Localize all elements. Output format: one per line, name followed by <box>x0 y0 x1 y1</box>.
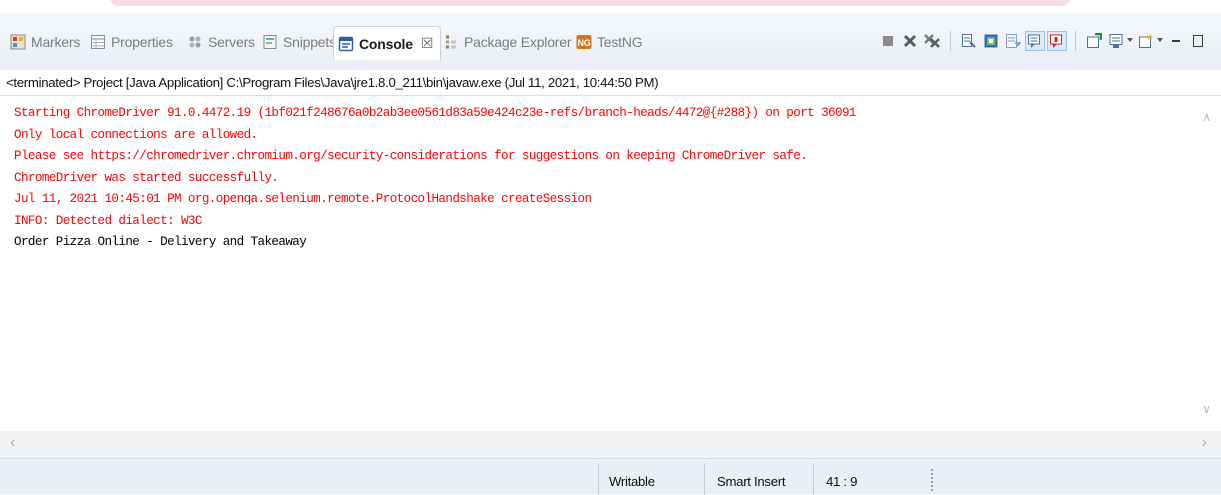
status-writable: Writable <box>609 474 655 489</box>
status-cursor-position[interactable]: 41 : 9 <box>826 474 858 489</box>
tab-markers[interactable]: Markers <box>10 29 80 55</box>
tab-snippets[interactable]: Snippets <box>262 29 336 55</box>
tab-label: Console <box>359 35 413 52</box>
package-explorer-icon <box>446 35 456 49</box>
chevron-down-icon[interactable] <box>1157 38 1163 42</box>
console-line: Starting ChromeDriver 91.0.4472.19 (1bf0… <box>14 106 856 120</box>
console-line: Please see https://chromedriver.chromium… <box>14 149 808 163</box>
clear-console-icon[interactable] <box>960 32 978 50</box>
tab-console[interactable]: Console ☒ <box>333 26 442 60</box>
display-selected-console-icon[interactable] <box>1107 32 1133 50</box>
status-drag-handle[interactable] <box>931 469 933 491</box>
status-bar: Writable Smart Insert 41 : 9 <box>0 458 1221 495</box>
status-separator <box>704 463 705 495</box>
chevron-down-icon[interactable] <box>1127 38 1133 42</box>
remove-all-terminated-icon[interactable] <box>923 32 941 50</box>
tab-label: Properties <box>111 34 173 50</box>
testng-icon: NG <box>576 35 592 49</box>
toolbar-separator <box>950 31 951 51</box>
terminate-icon[interactable] <box>879 32 897 50</box>
pin-console-icon[interactable] <box>1085 32 1103 50</box>
scroll-up-icon[interactable]: ∧ <box>1202 110 1211 124</box>
close-icon[interactable]: ☒ <box>421 35 434 52</box>
console-process-description: <terminated> Project [Java Application] … <box>0 70 1221 96</box>
show-on-stderr-icon[interactable] <box>1047 31 1067 51</box>
scroll-left-icon[interactable]: ‹ <box>10 434 15 452</box>
top-strip <box>0 0 1221 13</box>
tab-testng[interactable]: NG TestNG <box>576 29 643 55</box>
top-decoration <box>110 0 1070 6</box>
maximize-icon[interactable] <box>1189 32 1207 50</box>
tab-label: Snippets <box>283 34 336 50</box>
markers-icon <box>10 34 26 50</box>
status-separator <box>598 463 599 495</box>
scroll-right-icon[interactable]: › <box>1202 434 1207 452</box>
svg-text:NG: NG <box>577 38 590 48</box>
console-icon <box>338 36 354 51</box>
tab-package-explorer[interactable]: Package Explorer <box>443 29 572 55</box>
remove-launch-icon[interactable] <box>901 32 919 50</box>
console-output[interactable]: Starting ChromeDriver 91.0.4472.19 (1bf0… <box>0 97 1221 431</box>
view-tab-bar: Markers Properties Servers Snippets Cons… <box>0 13 1221 70</box>
status-separator <box>813 463 814 495</box>
word-wrap-icon[interactable] <box>1004 32 1022 50</box>
tab-label: Markers <box>31 34 81 50</box>
scroll-lock-icon[interactable] <box>982 32 1000 50</box>
console-line: Only local connections are allowed. <box>14 127 258 142</box>
snippets-icon <box>263 35 277 49</box>
console-line: INFO: Detected dialect: W3C <box>14 213 202 228</box>
scroll-down-icon[interactable]: ∨ <box>1202 402 1211 416</box>
toolbar-separator <box>1075 31 1076 51</box>
properties-icon <box>91 35 105 49</box>
tab-label: Servers <box>208 34 255 50</box>
minimize-icon[interactable] <box>1167 32 1185 50</box>
console-line: ChromeDriver was started successfully. <box>14 170 279 185</box>
console-line: Jul 11, 2021 10:45:01 PM org.openqa.sele… <box>14 192 592 206</box>
tab-servers[interactable]: Servers <box>187 29 255 55</box>
console-line: Order Pizza Online - Delivery and Takeaw… <box>14 235 307 249</box>
open-console-icon[interactable] <box>1137 32 1163 50</box>
status-insert-mode[interactable]: Smart Insert <box>717 474 786 489</box>
servers-icon <box>189 36 201 48</box>
horizontal-scrollbar[interactable]: ‹ › <box>0 431 1221 458</box>
tab-label: Package Explorer <box>464 34 572 50</box>
tab-label: TestNG <box>597 34 643 50</box>
tab-properties[interactable]: Properties <box>90 29 173 55</box>
console-toolbar <box>875 27 1207 55</box>
show-on-stdout-icon[interactable] <box>1025 31 1045 51</box>
